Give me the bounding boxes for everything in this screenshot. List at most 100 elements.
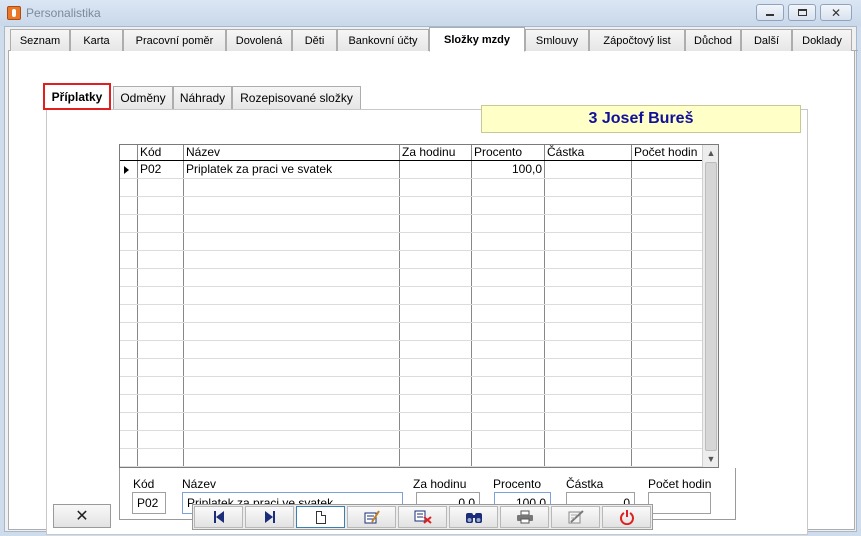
empty-cell[interactable] xyxy=(184,413,400,430)
empty-cell[interactable] xyxy=(184,215,400,232)
empty-table-row[interactable] xyxy=(120,341,705,359)
empty-cell[interactable] xyxy=(545,341,632,358)
empty-cell[interactable] xyxy=(184,359,400,376)
empty-cell[interactable] xyxy=(138,197,184,214)
exit-button[interactable] xyxy=(602,506,651,528)
search-button[interactable] xyxy=(449,506,498,528)
tab-pracovni-pomer[interactable]: Pracovní poměr xyxy=(123,29,226,51)
empty-cell[interactable] xyxy=(632,233,705,250)
tab-dalsi[interactable]: Další xyxy=(741,29,792,51)
empty-cell[interactable] xyxy=(138,323,184,340)
empty-cell[interactable] xyxy=(632,449,705,466)
empty-cell[interactable] xyxy=(632,341,705,358)
empty-cell[interactable] xyxy=(400,359,472,376)
empty-cell[interactable] xyxy=(545,215,632,232)
column-header-procento[interactable]: Procento xyxy=(472,145,545,160)
empty-cell[interactable] xyxy=(632,215,705,232)
empty-cell[interactable] xyxy=(472,359,545,376)
empty-cell[interactable] xyxy=(472,251,545,268)
empty-cell[interactable] xyxy=(545,377,632,394)
empty-cell[interactable] xyxy=(138,305,184,322)
empty-cell[interactable] xyxy=(184,233,400,250)
empty-cell[interactable] xyxy=(545,359,632,376)
empty-cell[interactable] xyxy=(545,287,632,304)
empty-cell[interactable] xyxy=(632,413,705,430)
tab-duchod[interactable]: Důchod xyxy=(685,29,741,51)
empty-cell[interactable] xyxy=(632,377,705,394)
tab-seznam[interactable]: Seznam xyxy=(10,29,70,51)
empty-cell[interactable] xyxy=(632,395,705,412)
column-header-castka[interactable]: Částka xyxy=(545,145,632,160)
empty-cell[interactable] xyxy=(400,377,472,394)
empty-cell[interactable] xyxy=(632,179,705,196)
settings-button[interactable] xyxy=(551,506,600,528)
subtab-nahrady[interactable]: Náhrady xyxy=(173,86,232,109)
empty-cell[interactable] xyxy=(400,395,472,412)
empty-cell[interactable] xyxy=(545,269,632,286)
empty-cell[interactable] xyxy=(138,359,184,376)
empty-cell[interactable] xyxy=(472,305,545,322)
cancel-button[interactable]: ✕ xyxy=(53,504,111,528)
kod-field[interactable] xyxy=(132,492,166,514)
empty-table-row[interactable] xyxy=(120,197,705,215)
scroll-down-icon[interactable]: ▼ xyxy=(703,451,719,467)
subtab-priplatky[interactable]: Příplatky xyxy=(43,83,111,110)
empty-cell[interactable] xyxy=(632,431,705,448)
empty-cell[interactable] xyxy=(400,449,472,466)
tab-deti[interactable]: Děti xyxy=(292,29,337,51)
empty-cell[interactable] xyxy=(138,377,184,394)
empty-cell[interactable] xyxy=(400,251,472,268)
grid-scrollbar[interactable]: ▲ ▼ xyxy=(702,145,718,467)
empty-cell[interactable] xyxy=(184,287,400,304)
close-button[interactable]: ✕ xyxy=(820,4,852,21)
empty-table-row[interactable] xyxy=(120,395,705,413)
empty-cell[interactable] xyxy=(632,323,705,340)
empty-cell[interactable] xyxy=(138,431,184,448)
empty-cell[interactable] xyxy=(632,287,705,304)
empty-cell[interactable] xyxy=(472,197,545,214)
empty-cell[interactable] xyxy=(138,341,184,358)
tab-zapoctovy-list[interactable]: Zápočtový list xyxy=(589,29,685,51)
empty-table-row[interactable] xyxy=(120,359,705,377)
empty-table-row[interactable] xyxy=(120,413,705,431)
empty-cell[interactable] xyxy=(400,323,472,340)
empty-cell[interactable] xyxy=(472,341,545,358)
empty-cell[interactable] xyxy=(184,395,400,412)
priplatky-grid[interactable]: Kód Název Za hodinu Procento Částka Poče… xyxy=(119,144,719,468)
empty-table-row[interactable] xyxy=(120,323,705,341)
cell-pocet-hodin[interactable] xyxy=(632,161,705,178)
empty-cell[interactable] xyxy=(632,197,705,214)
empty-cell[interactable] xyxy=(545,431,632,448)
empty-cell[interactable] xyxy=(472,179,545,196)
minimize-button[interactable] xyxy=(756,4,784,21)
empty-cell[interactable] xyxy=(138,179,184,196)
empty-cell[interactable] xyxy=(184,377,400,394)
tab-bankovni-ucty[interactable]: Bankovní účty xyxy=(337,29,429,51)
empty-table-row[interactable] xyxy=(120,269,705,287)
empty-table-row[interactable] xyxy=(120,305,705,323)
column-header-za-hodinu[interactable]: Za hodinu xyxy=(400,145,472,160)
tab-doklady[interactable]: Doklady xyxy=(792,29,852,51)
empty-cell[interactable] xyxy=(400,431,472,448)
empty-cell[interactable] xyxy=(545,395,632,412)
new-record-button[interactable] xyxy=(296,506,345,528)
empty-cell[interactable] xyxy=(472,449,545,466)
empty-cell[interactable] xyxy=(184,251,400,268)
maximize-button[interactable] xyxy=(788,4,816,21)
empty-cell[interactable] xyxy=(138,233,184,250)
empty-cell[interactable] xyxy=(545,323,632,340)
empty-cell[interactable] xyxy=(138,287,184,304)
empty-cell[interactable] xyxy=(184,269,400,286)
tab-dovolena[interactable]: Dovolená xyxy=(226,29,292,51)
print-button[interactable] xyxy=(500,506,549,528)
empty-cell[interactable] xyxy=(184,449,400,466)
empty-cell[interactable] xyxy=(545,179,632,196)
tab-slozky-mzdy[interactable]: Složky mzdy xyxy=(429,27,525,52)
empty-cell[interactable] xyxy=(184,323,400,340)
empty-table-row[interactable] xyxy=(120,251,705,269)
empty-cell[interactable] xyxy=(632,269,705,286)
cell-kod[interactable]: P02 xyxy=(138,161,184,178)
tab-smlouvy[interactable]: Smlouvy xyxy=(525,29,589,51)
empty-cell[interactable] xyxy=(184,197,400,214)
cell-castka[interactable] xyxy=(545,161,632,178)
